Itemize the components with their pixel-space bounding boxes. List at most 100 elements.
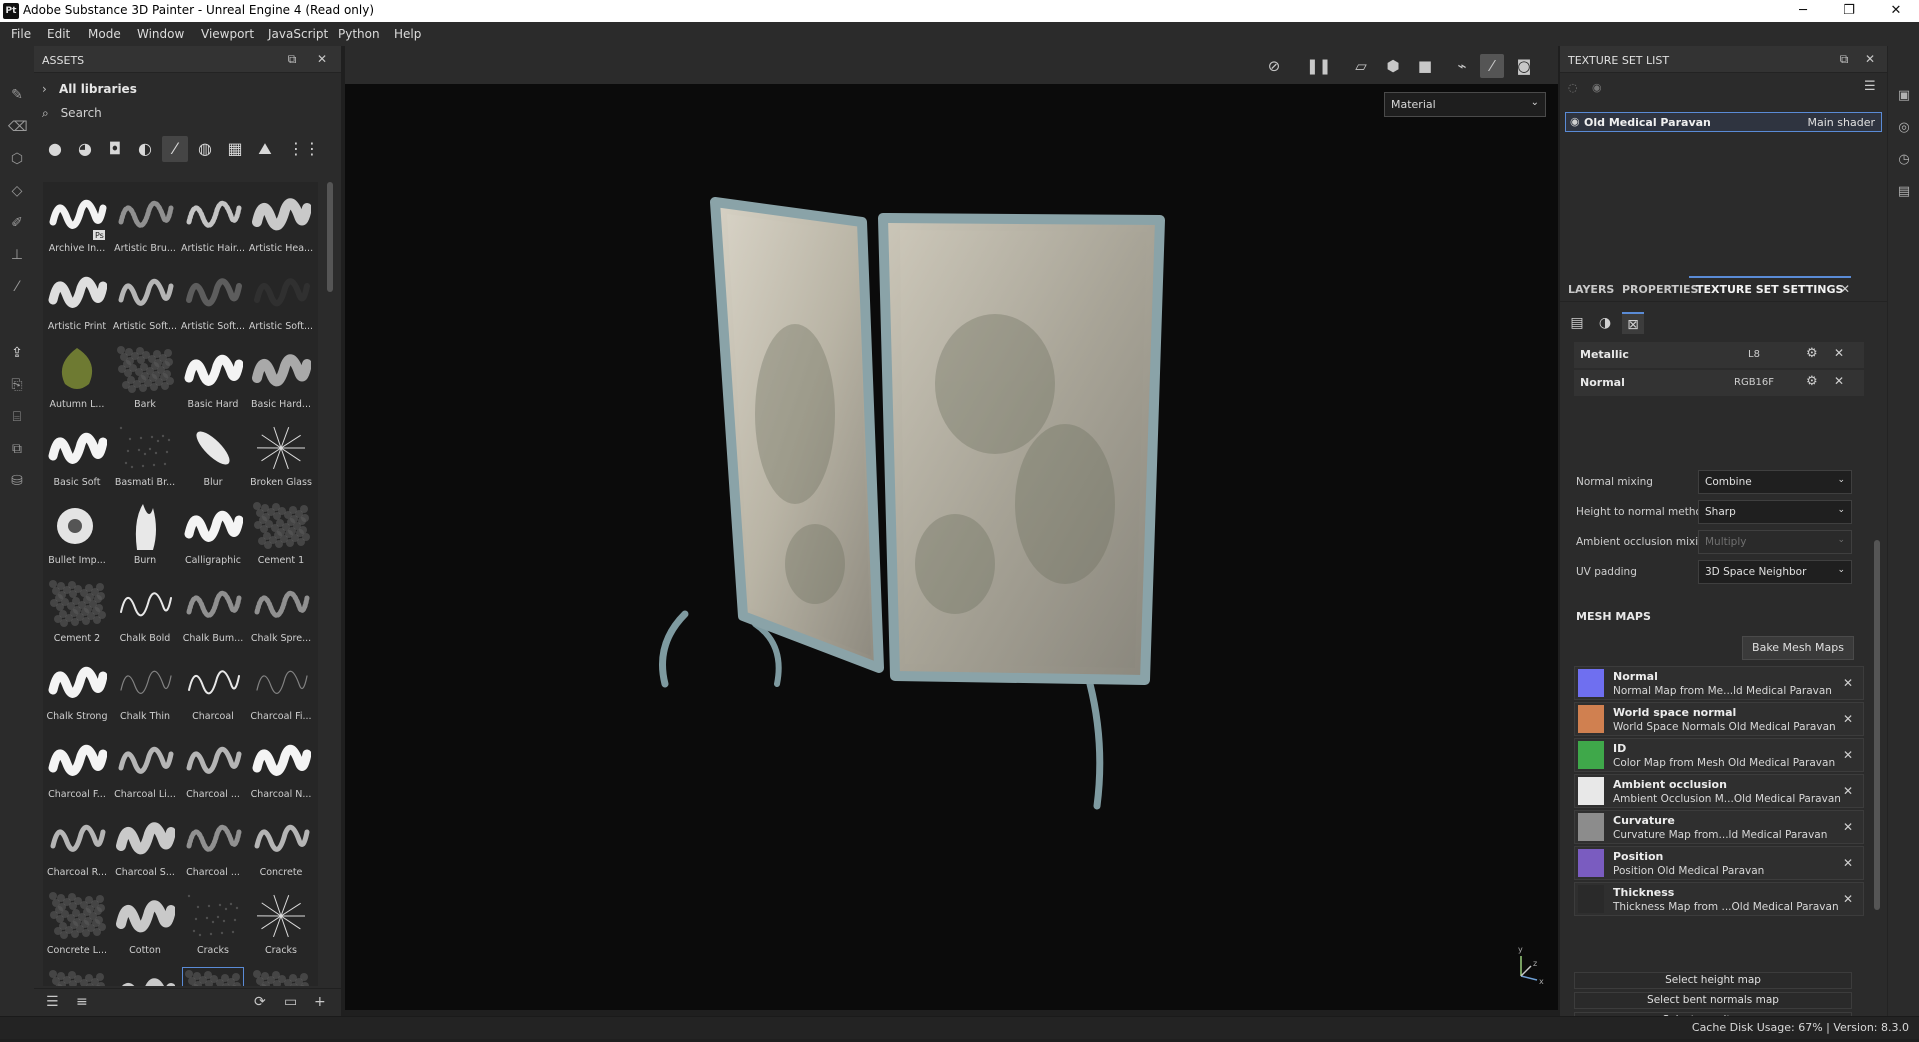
brush-item[interactable]: Basic Soft [43, 416, 111, 494]
bake-mesh-maps-button[interactable]: Bake Mesh Maps [1742, 636, 1854, 660]
folder-icon[interactable]: ▭ [284, 994, 297, 1010]
menu-help[interactable]: Help [394, 27, 421, 41]
screenshot-icon[interactable]: ◙ [1512, 54, 1536, 78]
brush-item[interactable]: Chalk Thin [111, 650, 179, 728]
shader-name[interactable]: Main shader [1808, 116, 1875, 129]
normal-mixing-dropdown[interactable]: Combine⌄ [1698, 470, 1852, 494]
minimize-button[interactable]: ─ [1780, 0, 1826, 22]
show-all-icon[interactable]: ◉ [1592, 81, 1602, 94]
undock-icon[interactable]: ⧉ [1836, 51, 1852, 67]
brush-item[interactable]: Cracks [247, 884, 315, 962]
brush-item[interactable]: Chalk Bum... [179, 572, 247, 650]
smart-material-filter-icon[interactable]: ◕ [72, 136, 98, 162]
menu-javascript[interactable]: JavaScript [268, 27, 328, 41]
export-icon[interactable]: ⇪ [8, 344, 26, 362]
mesh-map-thumbnail[interactable] [1578, 813, 1604, 841]
brush-item[interactable]: Burn [111, 494, 179, 572]
channel-format[interactable]: L8 [1734, 349, 1774, 360]
3d-view-icon[interactable]: ⬢ [1381, 54, 1405, 78]
brush-item[interactable]: Artistic Soft... [179, 260, 247, 338]
clear-map-icon[interactable]: ✕ [1843, 748, 1853, 762]
iray-icon[interactable]: ⌁ [1450, 54, 1474, 78]
brush-item[interactable] [43, 962, 111, 986]
mesh-map-row[interactable]: World space normalWorld Space Normals Ol… [1574, 702, 1864, 736]
mesh-map-thumbnail[interactable] [1578, 669, 1604, 697]
material-filter-icon[interactable]: ● [42, 136, 68, 162]
uv-padding-dropdown[interactable]: 3D Space Neighbor⌄ [1698, 560, 1852, 584]
brush-item[interactable]: Artistic Soft... [247, 260, 315, 338]
brush-item[interactable]: Cracks [179, 884, 247, 962]
brush-item[interactable]: Charcoal ... [179, 806, 247, 884]
menu-mode[interactable]: Mode [88, 27, 121, 41]
brush-item[interactable]: Artistic Soft... [111, 260, 179, 338]
brush-item[interactable]: Concrete [247, 806, 315, 884]
shader-icon[interactable]: ◑ [1594, 312, 1616, 334]
list-view-icon[interactable]: ☰ [46, 994, 59, 1010]
mesh-map-row[interactable]: PositionPosition Old Medical Paravan✕ [1574, 846, 1864, 880]
menu-icon[interactable]: ☰ [1864, 79, 1876, 94]
select-bent-normals-map-button[interactable]: Select bent normals map [1574, 992, 1852, 1009]
mask-filter-icon[interactable]: ◘ [102, 136, 128, 162]
eraser-tool-icon[interactable]: ⌫ [8, 118, 26, 136]
remove-channel-icon[interactable]: ✕ [1834, 374, 1844, 388]
texture-set-item[interactable]: ◉ Old Medical Paravan Main shader [1565, 112, 1882, 132]
refresh-icon[interactable]: ⟳ [254, 994, 266, 1010]
close-tab-icon[interactable]: ✕ [1840, 282, 1850, 296]
brush-item[interactable]: Chalk Bold [111, 572, 179, 650]
camera-icon[interactable]: ■ [1413, 54, 1437, 78]
remove-channel-icon[interactable]: ✕ [1834, 346, 1844, 360]
mesh-map-thumbnail[interactable] [1578, 885, 1604, 913]
display-settings-icon[interactable]: ⌸ [8, 408, 26, 426]
projection-tool-icon[interactable]: ⬡ [8, 150, 26, 168]
brush-filter-icon[interactable]: ⁄ [162, 136, 188, 162]
clone-tool-icon[interactable]: ⊥ [8, 246, 26, 264]
pause-icon[interactable]: ❚❚ [1306, 54, 1330, 78]
mesh-map-row[interactable]: IDColor Map from Mesh Old Medical Parava… [1574, 738, 1864, 772]
brush-item[interactable]: Basmati Br... [111, 416, 179, 494]
material-mode-dropdown[interactable]: Material ⌄ [1384, 92, 1546, 117]
uv-icon[interactable]: ⊠ [1622, 312, 1644, 334]
menu-edit[interactable]: Edit [47, 27, 70, 41]
channel-format[interactable]: RGB16F [1734, 377, 1774, 388]
2d-view-icon[interactable]: ▱ [1349, 54, 1373, 78]
search-input[interactable]: ⌕ Search [42, 106, 334, 128]
brush-item[interactable]: Artistic Print [43, 260, 111, 338]
settings-scrollbar[interactable] [1874, 540, 1880, 910]
hide-all-icon[interactable]: ◌ [1568, 81, 1578, 94]
brush-item[interactable]: Chalk Spre... [247, 572, 315, 650]
history-icon[interactable]: ◷ [1896, 152, 1912, 168]
brush-item[interactable]: Artistic Bru... [111, 182, 179, 260]
environment-filter-icon[interactable]: ⛰ [252, 136, 278, 162]
smudge-tool-icon[interactable]: ✐ [8, 214, 26, 232]
brush-item[interactable]: Artistic Hea... [247, 182, 315, 260]
mesh-map-row[interactable]: NormalNormal Map from Me...ld Medical Pa… [1574, 666, 1864, 700]
mesh-map-row[interactable]: CurvatureCurvature Map from...ld Medical… [1574, 810, 1864, 844]
alpha-filter-icon[interactable]: ◍ [192, 136, 218, 162]
clear-map-icon[interactable]: ✕ [1843, 712, 1853, 726]
clear-map-icon[interactable]: ✕ [1843, 676, 1853, 690]
mesh-map-thumbnail[interactable] [1578, 741, 1604, 769]
menu-python[interactable]: Python [338, 27, 380, 41]
mesh-map-row[interactable]: Ambient occlusionAmbient Occlusion M...O… [1574, 774, 1864, 808]
menu-file[interactable]: File [11, 27, 31, 41]
brush-item[interactable]: Basic Hard [179, 338, 247, 416]
clear-map-icon[interactable]: ✕ [1843, 820, 1853, 834]
brush-item[interactable]: Charcoal Li... [111, 728, 179, 806]
library-selector[interactable]: › All libraries [42, 82, 334, 102]
hide-icon[interactable]: ⊘ [1262, 54, 1286, 78]
brush-item[interactable]: Bark [111, 338, 179, 416]
paint-mode-icon[interactable]: ⁄ [1480, 54, 1504, 78]
smart-mask-filter-icon[interactable]: ◐ [132, 136, 158, 162]
color-picker-tool-icon[interactable]: ⁄ [8, 278, 26, 296]
brush-item[interactable] [111, 962, 179, 986]
brush-item[interactable]: Broken Glass [247, 416, 315, 494]
height-to-normal-dropdown[interactable]: Sharp⌄ [1698, 500, 1852, 524]
grid-view-icon[interactable]: ⋮⋮ [288, 136, 314, 162]
brush-item[interactable] [179, 962, 247, 986]
close-panel-icon[interactable]: ✕ [1862, 51, 1878, 67]
brush-item[interactable]: Chalk Strong [43, 650, 111, 728]
mesh-map-thumbnail[interactable] [1578, 705, 1604, 733]
brush-item[interactable]: Charcoal [179, 650, 247, 728]
viewport-3d[interactable]: y z x [345, 84, 1558, 1010]
visibility-icon[interactable]: ◉ [1570, 115, 1580, 128]
